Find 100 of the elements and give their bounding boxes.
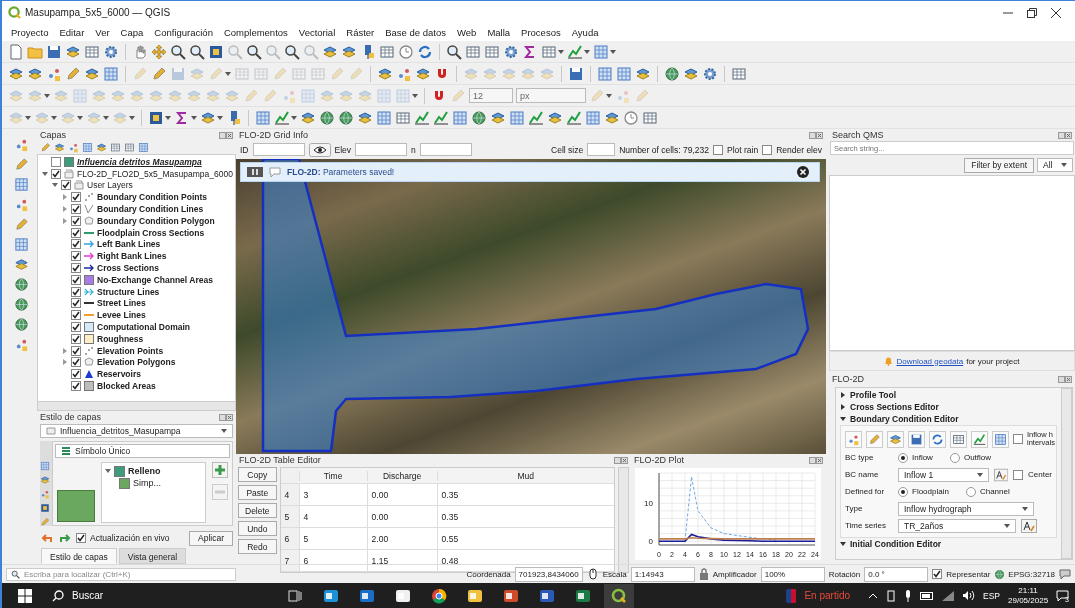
points-icon[interactable]	[68, 142, 79, 153]
extent-icon[interactable]	[148, 109, 164, 126]
dock-buttons-icon[interactable]	[1058, 131, 1072, 139]
layer-name[interactable]: Blocked Areas	[97, 381, 156, 392]
section-header[interactable]: Cross Sections Editor	[850, 402, 939, 412]
menu-item[interactable]: Ráster	[341, 27, 380, 38]
dock-buttons-icon[interactable]	[219, 131, 233, 139]
row-header[interactable]: 4	[280, 484, 299, 505]
layer-name[interactable]: FLO-2D_FLO2D_5x5_Masupampa_6000	[77, 168, 233, 179]
caret-icon[interactable]	[129, 115, 135, 120]
magnifier-icon[interactable]	[246, 43, 262, 60]
render-checkbox[interactable]	[932, 569, 943, 579]
gear-icon[interactable]	[702, 65, 718, 82]
row-header[interactable]: 6	[280, 528, 299, 549]
checkbox[interactable]	[1013, 434, 1023, 444]
caret-icon[interactable]	[225, 71, 231, 76]
layer-checkbox[interactable]	[71, 345, 81, 356]
column-header[interactable]: Discharge	[366, 470, 437, 481]
grid-icon[interactable]	[994, 432, 1007, 446]
row-header[interactable]: 7	[280, 550, 299, 571]
line-chart-icon[interactable]	[528, 109, 544, 126]
layer-checkbox[interactable]	[71, 263, 81, 274]
layer-checkbox[interactable]	[71, 286, 81, 297]
type-combobox[interactable]: Inflow hydrograph	[898, 501, 1034, 516]
locator-search-field[interactable]: Escriba para localizar (Ctrl+K)	[6, 567, 236, 581]
grid-icon[interactable]	[616, 65, 632, 82]
news-widget-text[interactable]: En partido	[804, 590, 851, 601]
radio-button[interactable]	[898, 452, 908, 463]
dock-buttons-icon[interactable]	[809, 131, 823, 139]
expander-arrow-icon[interactable]	[840, 416, 846, 422]
row-header[interactable]: 5	[280, 506, 299, 527]
table-icon[interactable]	[642, 109, 658, 126]
grid-icon[interactable]	[255, 109, 271, 126]
caret-icon[interactable]	[976, 472, 983, 477]
layer-name[interactable]: Structure Lines	[97, 286, 160, 297]
caret-icon[interactable]	[610, 49, 616, 54]
caret-icon[interactable]	[44, 93, 50, 98]
rename-button[interactable]	[993, 467, 1008, 482]
caret-icon[interactable]	[1022, 506, 1028, 511]
table-icon[interactable]	[952, 432, 965, 446]
download-geodata-link[interactable]: Download geodata	[896, 356, 964, 366]
device-icon[interactable]	[886, 589, 897, 602]
layer-checkbox[interactable]	[71, 333, 81, 344]
layer-name[interactable]: Left Bank Lines	[97, 239, 161, 250]
pencil-icon[interactable]	[40, 517, 50, 527]
radio-button[interactable]	[965, 486, 976, 497]
menu-item[interactable]: Base de datos	[380, 27, 451, 38]
caret-icon[interactable]	[77, 115, 83, 120]
layer-name[interactable]: Computational Domain	[97, 322, 191, 333]
menu-item[interactable]: Complementos	[218, 27, 293, 38]
menu-item[interactable]: Malla	[482, 27, 516, 38]
globe-icon[interactable]	[471, 109, 487, 126]
menu-item[interactable]: Editar	[54, 27, 90, 38]
globe-icon[interactable]	[664, 65, 680, 82]
layer-checkbox[interactable]	[71, 274, 81, 285]
expander-arrow-icon[interactable]	[840, 392, 846, 398]
new-document-icon[interactable]	[8, 43, 24, 60]
table-icon[interactable]	[541, 43, 557, 60]
magnifier-spinbox[interactable]: 100%	[760, 566, 825, 582]
expander-arrow-icon[interactable]	[42, 170, 48, 177]
layer-name[interactable]: Floodplain Cross Sections	[97, 227, 205, 238]
symbol-layer-name[interactable]: Simp...	[133, 478, 161, 488]
section-header[interactable]: Initial Condition Editor	[850, 539, 942, 549]
pencil-icon[interactable]	[868, 432, 881, 446]
layer-checkbox[interactable]	[71, 322, 81, 333]
column-header[interactable]: Time	[298, 470, 367, 481]
layer-name[interactable]: Elevation Points	[97, 345, 164, 356]
line-chart-icon[interactable]	[566, 109, 582, 126]
magnifier-icon[interactable]	[189, 43, 205, 60]
expander-arrow-icon[interactable]	[105, 468, 111, 474]
undo-icon[interactable]	[40, 531, 54, 545]
layer-name[interactable]: No-Exchange Channel Areas	[97, 274, 213, 285]
layer-checkbox[interactable]	[71, 298, 81, 309]
time-series-combobox[interactable]: TR_2años	[898, 518, 1016, 533]
layers-icon[interactable]	[40, 475, 50, 485]
mouse-icon[interactable]	[586, 568, 599, 580]
layer-checkbox[interactable]	[71, 381, 81, 392]
refresh-icon[interactable]	[931, 432, 944, 446]
refresh-icon[interactable]	[417, 43, 433, 60]
menu-item[interactable]: Capa	[115, 27, 149, 38]
globe-icon[interactable]	[319, 109, 335, 126]
menu-item[interactable]: Configuración	[149, 27, 218, 38]
apply-button[interactable]: Aplicar	[189, 530, 233, 546]
layer-checkbox[interactable]	[71, 310, 81, 321]
windows-logo-icon[interactable]	[18, 588, 32, 603]
dock-buttons-icon[interactable]	[1058, 375, 1072, 383]
grid-icon[interactable]	[452, 109, 468, 126]
table-icon[interactable]	[379, 43, 395, 60]
input-language[interactable]: ESP	[983, 590, 1001, 601]
table-icon[interactable]	[484, 43, 500, 60]
table-icon[interactable]	[395, 109, 411, 126]
lock-icon[interactable]	[698, 568, 709, 580]
eye-button[interactable]	[308, 142, 331, 157]
pencil-icon[interactable]	[13, 157, 29, 172]
layer-name[interactable]: Boundary Condition Polygon	[97, 215, 215, 226]
grid-icon[interactable]	[509, 109, 525, 126]
scrollbar[interactable]	[37, 402, 236, 411]
menu-item[interactable]: Procesos	[516, 27, 566, 38]
section-header[interactable]: Boundary Condition Editor	[850, 414, 959, 424]
layers-icon[interactable]	[13, 257, 29, 272]
